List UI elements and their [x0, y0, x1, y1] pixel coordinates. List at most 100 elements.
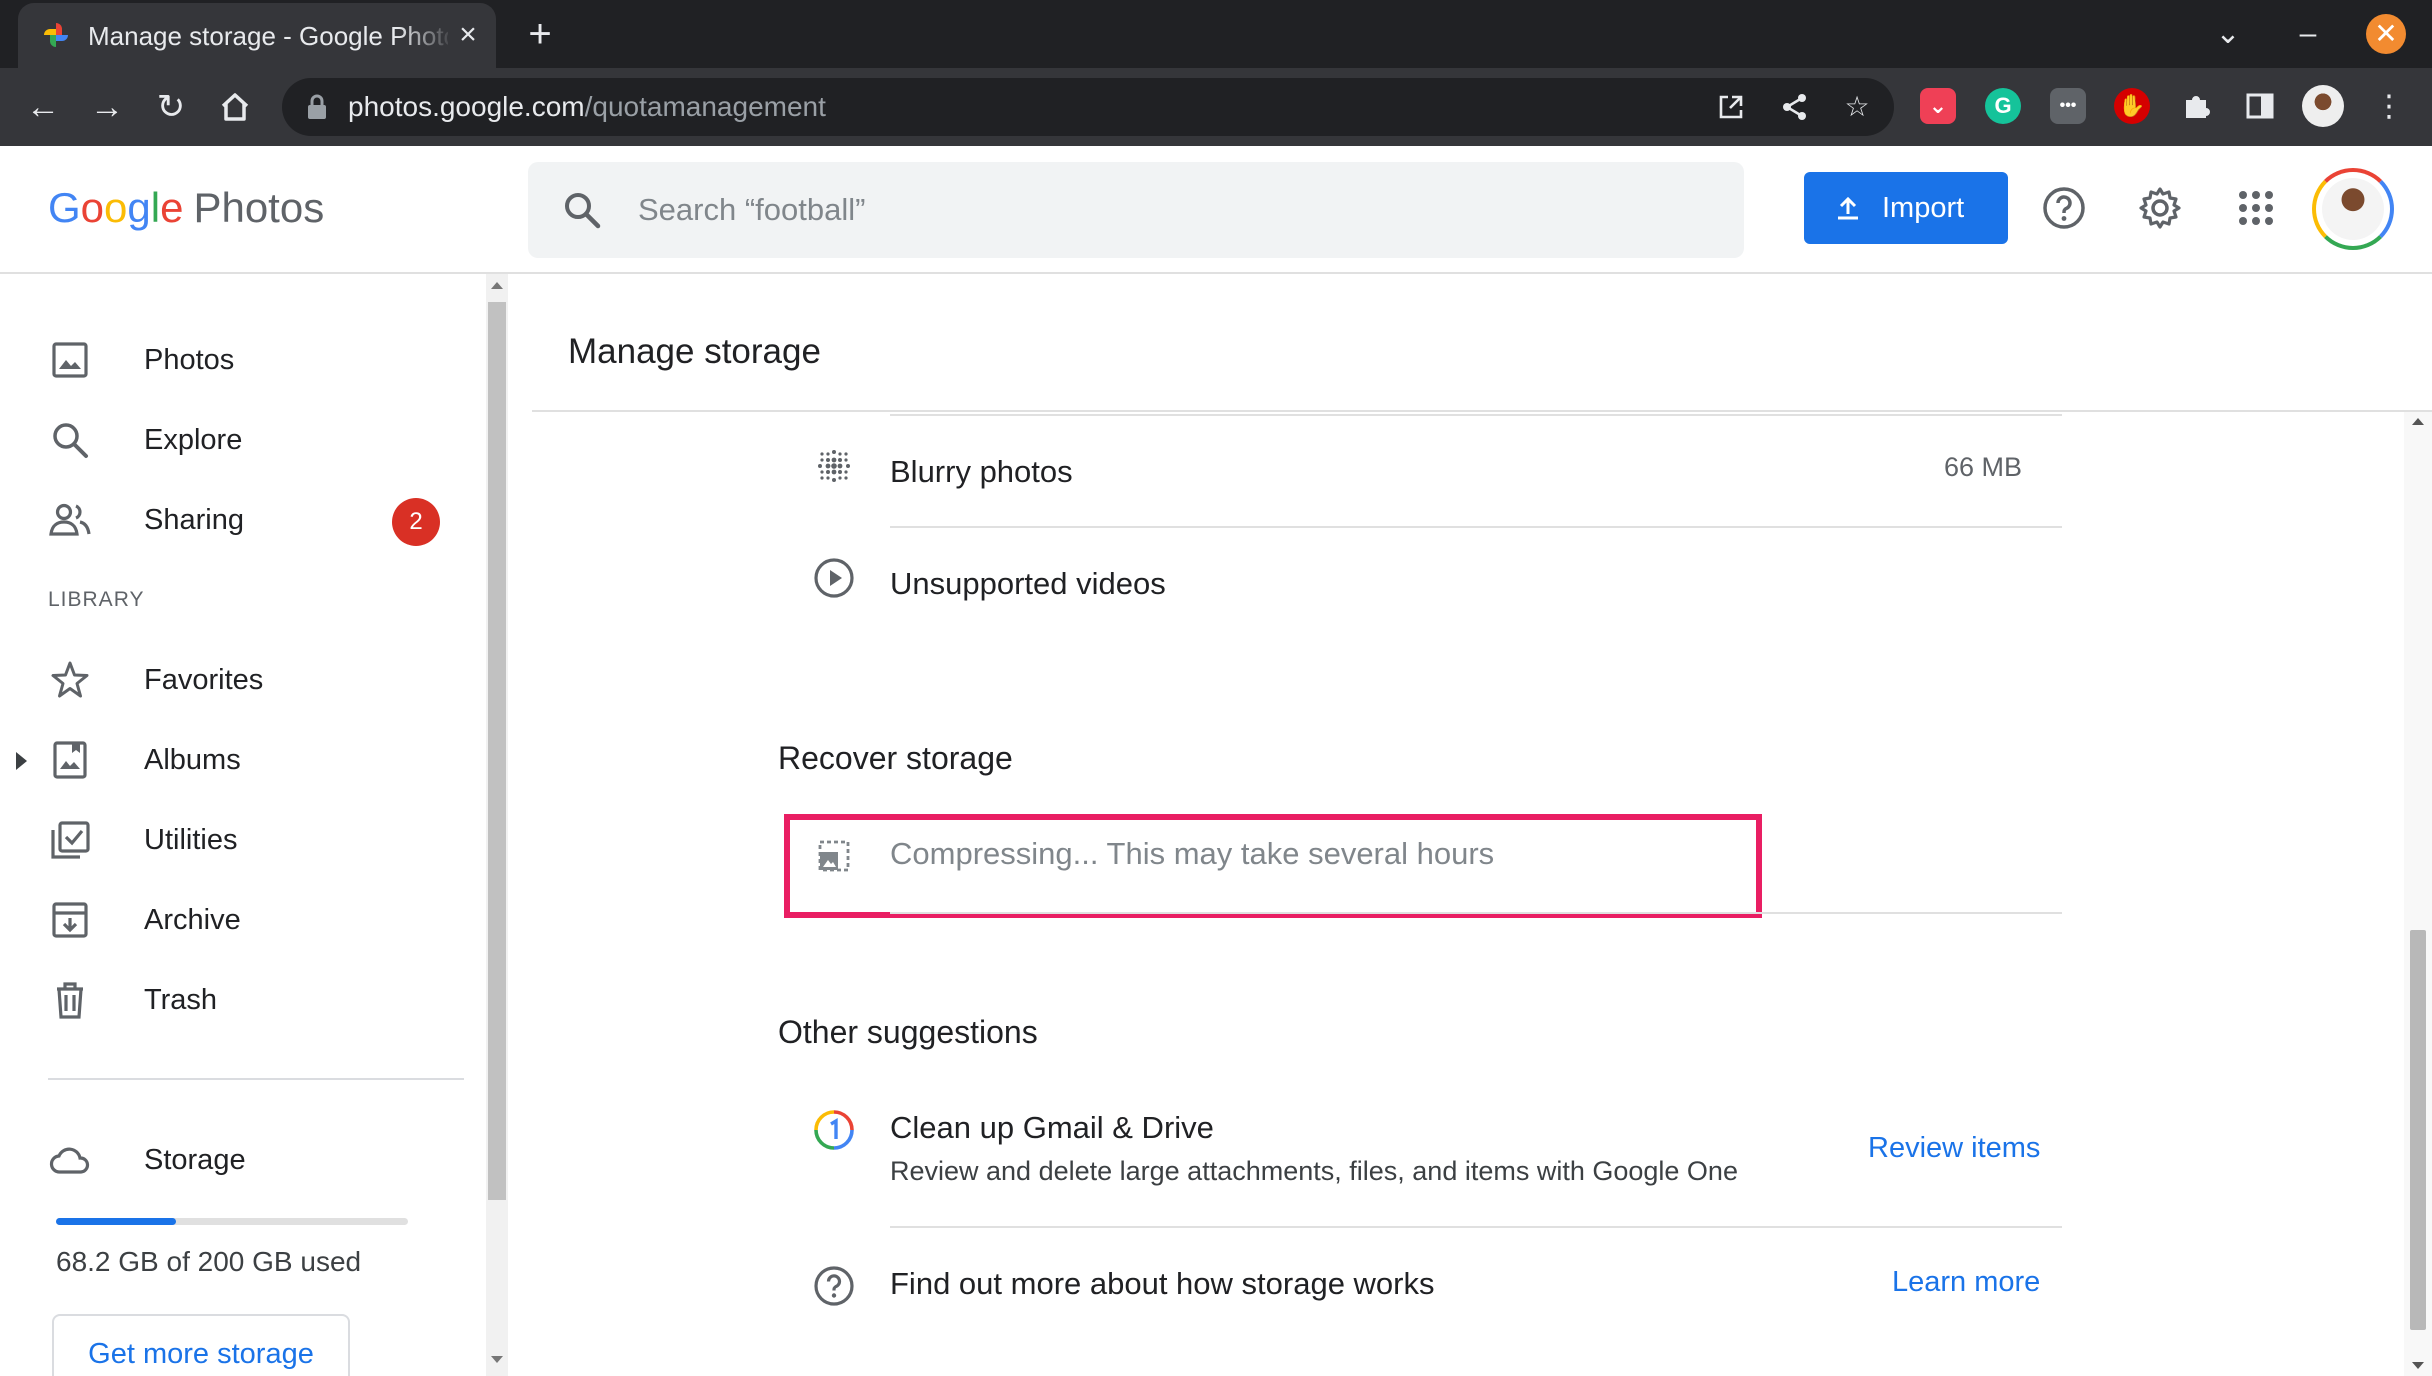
window-close-button[interactable]: ✕: [2366, 14, 2406, 54]
app-header: GooglePhotos Import: [0, 146, 2432, 274]
browser-toolbar: ← → ↻ photos.google.com/quotamanagement …: [0, 68, 2432, 146]
sidebar-item-favorites[interactable]: Favorites: [0, 644, 470, 714]
compress-status-text: Compressing... This may take several hou…: [890, 836, 1495, 871]
side-panel-icon[interactable]: [2242, 88, 2278, 124]
star-icon: [51, 661, 89, 698]
main-scrollbar[interactable]: [2404, 412, 2432, 1376]
library-heading: LIBRARY: [48, 588, 145, 611]
storage-used-text: 68.2 GB of 200 GB used: [56, 1246, 362, 1277]
lock-icon: [308, 94, 326, 119]
adblock-extension-icon[interactable]: ✋: [2114, 88, 2150, 124]
search-input[interactable]: [638, 182, 1698, 238]
archive-icon: [52, 902, 88, 938]
bookmark-star-icon[interactable]: ☆: [1838, 88, 1876, 126]
play-circle-icon[interactable]: [812, 556, 856, 600]
trash-icon: [57, 982, 83, 1019]
sidebar-item-photos[interactable]: Photos: [0, 324, 470, 394]
blurry-photos-label[interactable]: Blurry photos: [890, 452, 1073, 492]
scroll-up-arrow-icon[interactable]: [2412, 418, 2424, 425]
title-divider: [532, 410, 2432, 412]
sidebar-item-label: Favorites: [144, 664, 264, 696]
settings-gear-icon[interactable]: [2136, 184, 2184, 232]
sidebar-item-utilities[interactable]: Utilities: [0, 804, 470, 874]
sidebar-item-label: Trash: [144, 984, 218, 1016]
browser-menu-icon[interactable]: ⋮: [2368, 86, 2410, 128]
people-icon: [49, 503, 91, 536]
recover-storage-heading: Recover storage: [778, 740, 1013, 776]
minimize-icon[interactable]: –: [2288, 14, 2328, 54]
tab-close-icon[interactable]: ×: [450, 17, 486, 53]
notification-badge: 2: [392, 498, 440, 546]
sidebar-scrollbar[interactable]: [486, 274, 508, 1376]
blurry-photos-icon[interactable]: [812, 444, 856, 488]
blurry-photos-size: 66 MB: [1944, 452, 2023, 482]
forward-icon[interactable]: →: [86, 86, 128, 128]
reload-icon[interactable]: ↻: [150, 86, 192, 128]
clean-up-subtitle: Review and delete large attachments, fil…: [890, 1156, 1738, 1186]
google-one-icon: [814, 1110, 854, 1150]
sidebar: Photos Explore Sharing 2 LIBRARY Favorit…: [0, 274, 486, 1376]
photo-icon: [52, 342, 88, 378]
help-icon[interactable]: [2040, 184, 2088, 232]
sidebar-divider: [48, 1078, 464, 1080]
grammarly-extension-icon[interactable]: G: [1985, 88, 2021, 124]
sidebar-item-storage[interactable]: Storage: [0, 1124, 470, 1194]
import-button[interactable]: Import: [1804, 172, 2008, 244]
url-domain: photos.google.com: [348, 91, 585, 122]
review-items-link[interactable]: Review items: [1868, 1130, 2040, 1166]
sidebar-item-explore[interactable]: Explore: [0, 404, 470, 474]
tab-search-chevron-icon[interactable]: ⌄: [2208, 14, 2248, 54]
tab-title: Manage storage - Google Photos: [88, 21, 448, 51]
storage-usage-bar: [56, 1218, 408, 1225]
extensions-puzzle-icon[interactable]: [2178, 88, 2214, 124]
cloud-icon: [49, 1147, 90, 1174]
search-box[interactable]: [528, 162, 1744, 258]
utilities-icon: [51, 821, 90, 859]
sidebar-item-label: Sharing: [144, 504, 244, 536]
password-extension-icon[interactable]: •••: [2050, 88, 2086, 124]
home-icon[interactable]: [214, 86, 256, 128]
sidebar-item-albums[interactable]: Albums: [0, 724, 470, 794]
url-path: /quotamanagement: [584, 91, 826, 122]
sidebar-item-label: Storage: [144, 1144, 246, 1176]
import-label: Import: [1882, 192, 1965, 224]
scroll-up-arrow-icon[interactable]: [491, 282, 503, 289]
sidebar-item-archive[interactable]: Archive: [0, 884, 470, 954]
sidebar-item-label: Photos: [144, 344, 235, 376]
apps-grid-icon[interactable]: [2232, 184, 2280, 232]
sidebar-item-label: Utilities: [144, 824, 238, 856]
album-icon: [53, 741, 87, 779]
scroll-down-arrow-icon[interactable]: [491, 1356, 503, 1363]
upload-icon: [1838, 196, 1858, 220]
other-suggestions-heading: Other suggestions: [778, 1014, 1038, 1050]
browser-tab-strip: Manage storage - Google Photos × + ⌄ – ✕: [0, 0, 2432, 68]
sidebar-item-trash[interactable]: Trash: [0, 964, 470, 1034]
storage-info-title: Find out more about how storage works: [890, 1266, 1435, 1301]
address-bar[interactable]: photos.google.com/quotamanagement ☆: [282, 78, 1894, 136]
google-photos-logo[interactable]: Google Photos: [48, 182, 324, 234]
clean-up-title: Clean up Gmail & Drive: [890, 1110, 1214, 1145]
pocket-extension-icon[interactable]: ⌄: [1920, 88, 1956, 124]
share-icon[interactable]: [1776, 88, 1814, 126]
learn-more-link[interactable]: Learn more: [1892, 1264, 2040, 1300]
scroll-down-arrow-icon[interactable]: [2412, 1362, 2424, 1369]
sidebar-item-label: Archive: [144, 904, 241, 936]
browser-tab[interactable]: Manage storage - Google Photos ×: [18, 3, 496, 68]
sidebar-scroll-thumb[interactable]: [488, 302, 506, 1200]
search-icon: [53, 423, 88, 458]
back-icon[interactable]: ←: [22, 86, 64, 128]
main-scroll-thumb[interactable]: [2410, 930, 2426, 1330]
profile-avatar-icon[interactable]: [2302, 85, 2344, 127]
sidebar-item-label: Albums: [144, 744, 241, 776]
new-tab-button[interactable]: +: [518, 12, 562, 56]
open-in-app-icon[interactable]: [1712, 88, 1750, 126]
search-icon[interactable]: [562, 190, 602, 230]
storage-usage-fill: [56, 1218, 177, 1225]
unsupported-videos-label[interactable]: Unsupported videos: [890, 564, 1166, 604]
account-avatar[interactable]: [2312, 168, 2394, 250]
help-circle-icon: [814, 1266, 854, 1306]
sidebar-item-sharing[interactable]: Sharing 2: [0, 484, 470, 554]
main-content: Manage storage Blurry photos 66 MB Unsup…: [508, 274, 2432, 1376]
get-more-storage-button[interactable]: Get more storage: [52, 1314, 350, 1376]
page-title: Manage storage: [568, 332, 821, 371]
